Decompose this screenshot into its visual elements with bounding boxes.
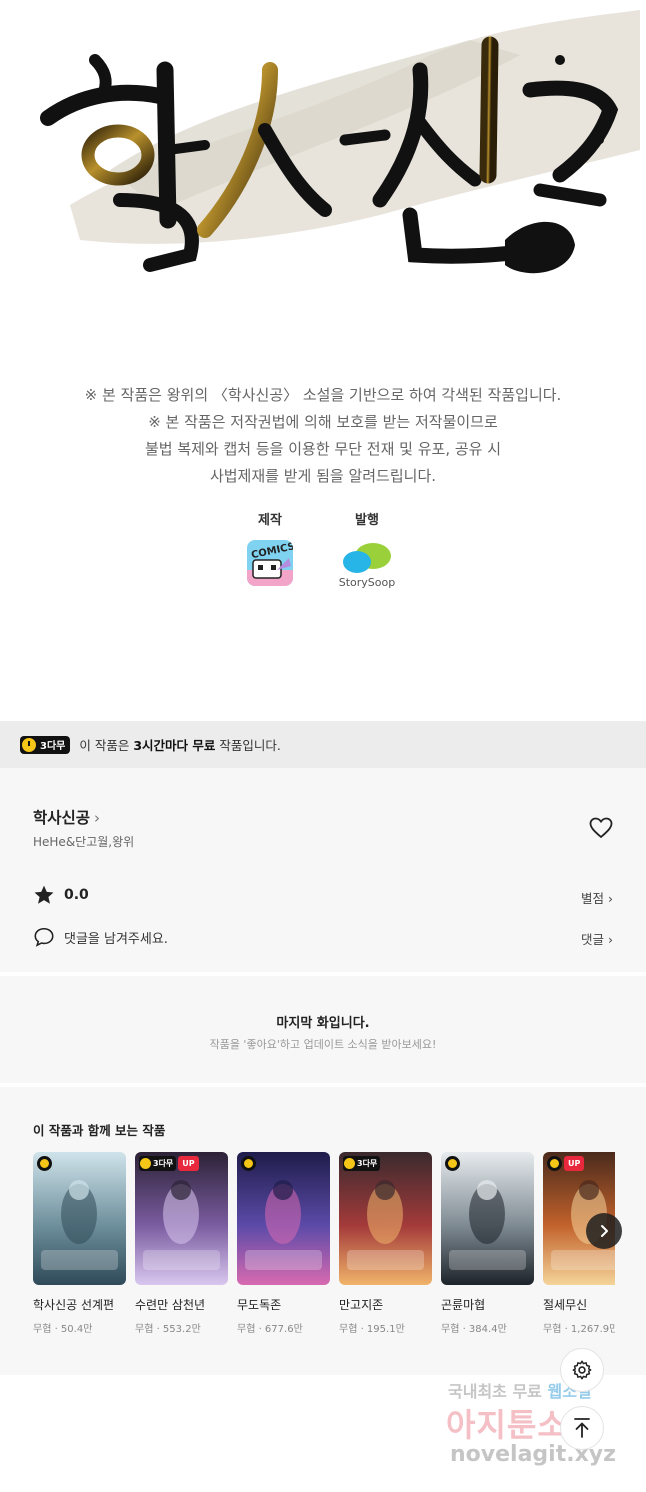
- production-credit: 제작 COMICS: [225, 510, 315, 586]
- settings-button[interactable]: [560, 1348, 604, 1392]
- storysoop-logo: StorySoop: [339, 543, 396, 589]
- recommendation-card[interactable]: 무도독존무협 · 677.6만: [237, 1152, 330, 1335]
- three-hour-free-badge-label: 3다무: [40, 741, 66, 752]
- storysoop-logo-text: StorySoop: [339, 576, 396, 589]
- credits: 제작 COMICS 발행 StorySoop: [0, 510, 646, 600]
- card-title[interactable]: 절세무신: [543, 1296, 615, 1313]
- chevron-right-icon: ›: [608, 891, 613, 906]
- recommendation-card[interactable]: 곤륜마협무협 · 384.4만: [441, 1152, 534, 1335]
- cover-image: [237, 1152, 330, 1285]
- free-banner-text-bold: 3시간마다 무료: [133, 738, 216, 753]
- free-every-3-hours-banner: 3다무 이 작품은 3시간마다 무료 작품입니다.: [0, 721, 646, 768]
- update-badge: UP: [178, 1156, 199, 1171]
- notice-line-1: ※ 본 작품은 왕위의 〈학사신공〉 소설을 기반으로 하여 각색된 작품입니다…: [84, 386, 562, 404]
- card-meta: 무협 · 195.1만: [339, 1324, 405, 1335]
- card-thumbnail[interactable]: 3다무: [339, 1152, 432, 1285]
- card-badges: UP: [547, 1156, 585, 1171]
- clock-icon: [344, 1158, 355, 1169]
- scroll-to-top-button[interactable]: [560, 1406, 604, 1450]
- speech-bubble-icon: [34, 927, 54, 947]
- card-title[interactable]: 무도독존: [237, 1296, 330, 1313]
- chevron-right-icon: [601, 1225, 608, 1237]
- comment-placeholder: 댓글을 남겨주세요.: [64, 932, 168, 947]
- notice-line-4: 사법제재를 받게 됨을 알려드립니다.: [209, 467, 437, 485]
- cover-image: [441, 1152, 534, 1285]
- copyright-notice: ※ 본 작품은 왕위의 〈학사신공〉 소설을 기반으로 하여 각색된 작품입니다…: [0, 382, 646, 490]
- card-meta: 무협 · 1,267.9만: [543, 1324, 615, 1335]
- production-label: 제작: [258, 513, 282, 528]
- recommendation-card[interactable]: 3다무만고지존무협 · 195.1만: [339, 1152, 432, 1335]
- card-meta: 무협 · 677.6만: [237, 1324, 303, 1335]
- rating-row: 0.0 별점 ›: [33, 884, 613, 908]
- star-icon: [34, 885, 54, 904]
- three-hour-free-badge-label: 3다무: [357, 1159, 378, 1168]
- clock-icon: [445, 1156, 460, 1171]
- three-hour-free-badge: 3다무: [20, 735, 71, 754]
- comment-link[interactable]: 댓글 ›: [581, 929, 613, 948]
- last-chapter-notice: 마지막 화입니다. 작품을 '좋아요'하고 업데이트 소식을 받아보세요!: [0, 976, 646, 1083]
- rating-link[interactable]: 별점 ›: [581, 888, 613, 907]
- card-meta: 무협 · 384.4만: [441, 1324, 507, 1335]
- chevron-right-icon: ›: [94, 809, 101, 827]
- recommendations-heading: 이 작품과 함께 보는 작품: [33, 1123, 166, 1138]
- work-info-panel: 학사신공 › HeHe&단고월,왕위 0.0 별점 › 댓글을 남겨주세요. 댓글…: [0, 768, 646, 972]
- title-calligraphy-image: [40, 10, 640, 274]
- free-banner-text-suffix: 작품입니다.: [215, 738, 281, 753]
- card-meta: 무협 · 50.4만: [33, 1324, 93, 1335]
- card-thumbnail[interactable]: 3다무 UP: [135, 1152, 228, 1285]
- free-banner-text-prefix: 이 작품은: [79, 738, 134, 753]
- notice-line-3: 불법 복제와 캡처 등을 이용한 무단 전재 및 유포, 공유 시: [144, 440, 502, 458]
- rating-value: 0.0: [64, 887, 89, 903]
- card-title[interactable]: 수련만 삼천년: [135, 1296, 228, 1313]
- card-badges: [241, 1156, 256, 1171]
- publisher-credit: 발행 StorySoop: [322, 510, 412, 590]
- rating-link-label: 별점: [581, 891, 605, 906]
- work-title: 학사신공: [33, 809, 91, 827]
- card-title[interactable]: 만고지존: [339, 1296, 432, 1313]
- publisher-label: 발행: [355, 513, 379, 528]
- work-title-link[interactable]: 학사신공 ›: [33, 806, 100, 828]
- watermark-line-1a: 국내최초 무료: [448, 1382, 548, 1401]
- card-thumbnail[interactable]: [33, 1152, 126, 1285]
- card-badges: 3다무 UP: [139, 1156, 199, 1171]
- chevron-right-icon: ›: [608, 932, 613, 947]
- cover-image: [339, 1152, 432, 1285]
- card-thumbnail[interactable]: [441, 1152, 534, 1285]
- title-art: [0, 0, 646, 340]
- card-badges: 3다무: [343, 1156, 381, 1171]
- card-title[interactable]: 곤륜마협: [441, 1296, 534, 1313]
- three-hour-free-badge: 3다무: [139, 1156, 177, 1171]
- last-chapter-sub: 작품을 '좋아요'하고 업데이트 소식을 받아보세요!: [209, 1038, 437, 1051]
- three-hour-free-badge-label: 3다무: [153, 1159, 174, 1168]
- recommendation-card[interactable]: 3다무 UP 수련만 삼천년무협 · 553.2만: [135, 1152, 228, 1335]
- card-badges: [37, 1156, 52, 1171]
- clock-icon: [547, 1156, 562, 1171]
- comment-row[interactable]: 댓글을 남겨주세요. 댓글 ›: [33, 925, 613, 949]
- cover-image: [33, 1152, 126, 1285]
- heart-icon[interactable]: [589, 817, 613, 839]
- recommendations-carousel: 학사신공 선계편무협 · 50.4만 3다무 UP 수련만 삼천년무협 · 553.2…: [33, 1152, 615, 1342]
- update-badge: UP: [564, 1156, 585, 1171]
- site-watermark: 국내최초 무료 웹소설 아지툰소설 novelagit.xyz: [440, 1378, 640, 1478]
- card-thumbnail[interactable]: [237, 1152, 330, 1285]
- recommendation-card[interactable]: 학사신공 선계편무협 · 50.4만: [33, 1152, 126, 1335]
- recommendations-section: 이 작품과 함께 보는 작품 학사신공 선계편무협 · 50.4만 3다무 UP 수련…: [0, 1087, 646, 1375]
- card-title[interactable]: 학사신공 선계편: [33, 1296, 126, 1313]
- work-authors: HeHe&단고월,왕위: [33, 835, 135, 849]
- cover-image: [135, 1152, 228, 1285]
- gear-icon: [572, 1360, 592, 1380]
- card-badges: [445, 1156, 460, 1171]
- clock-icon: [22, 737, 36, 752]
- comment-link-label: 댓글: [581, 932, 605, 947]
- clock-icon: [241, 1156, 256, 1171]
- clock-icon: [140, 1158, 151, 1169]
- card-meta: 무협 · 553.2만: [135, 1324, 201, 1335]
- arrow-up-icon: [574, 1418, 590, 1438]
- notice-line-2: ※ 본 작품은 저작권법에 의해 보호를 받는 저작물이므로: [148, 413, 498, 431]
- last-chapter-heading: 마지막 화입니다.: [276, 1016, 370, 1031]
- three-hour-free-badge: 3다무: [343, 1156, 381, 1171]
- carousel-next-button[interactable]: [586, 1213, 622, 1249]
- clock-icon: [37, 1156, 52, 1171]
- comics-logo: COMICS: [247, 540, 293, 586]
